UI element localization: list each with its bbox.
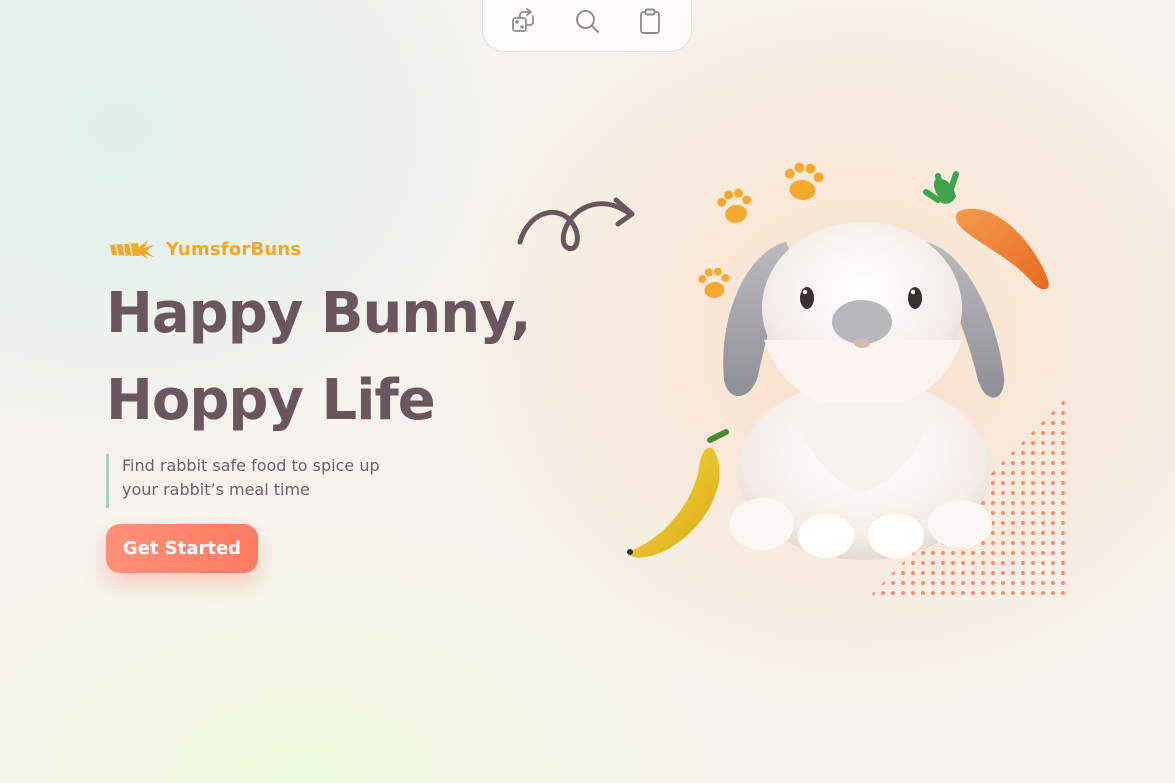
tagline-line-2: your rabbit’s meal time — [122, 480, 310, 499]
bunny-image — [723, 222, 1005, 560]
carrot-logo-icon — [108, 236, 158, 262]
page-title: Happy Bunny, Hoppy Life — [106, 270, 532, 444]
get-started-button[interactable]: Get Started — [106, 524, 258, 573]
dice-share-icon — [512, 8, 535, 32]
bunny-illustration — [627, 162, 1068, 600]
tagline: Find rabbit safe food to spice up your r… — [106, 454, 416, 508]
brand-name: YumsforBuns — [166, 238, 302, 260]
brand[interactable]: YumsforBuns — [108, 236, 301, 262]
clipboard-icon — [639, 8, 660, 34]
dice-share-button[interactable] — [506, 3, 542, 39]
hero-illustration — [600, 140, 1100, 620]
headline-line-1: Happy Bunny, — [106, 281, 532, 346]
tagline-line-1: Find rabbit safe food to spice up — [122, 456, 380, 475]
search-icon — [575, 10, 599, 33]
headline-line-2: Hoppy Life — [106, 368, 436, 433]
top-toolbar — [482, 0, 692, 52]
search-button[interactable] — [569, 3, 605, 39]
banana-image — [627, 429, 729, 558]
clipboard-button[interactable] — [632, 3, 668, 39]
